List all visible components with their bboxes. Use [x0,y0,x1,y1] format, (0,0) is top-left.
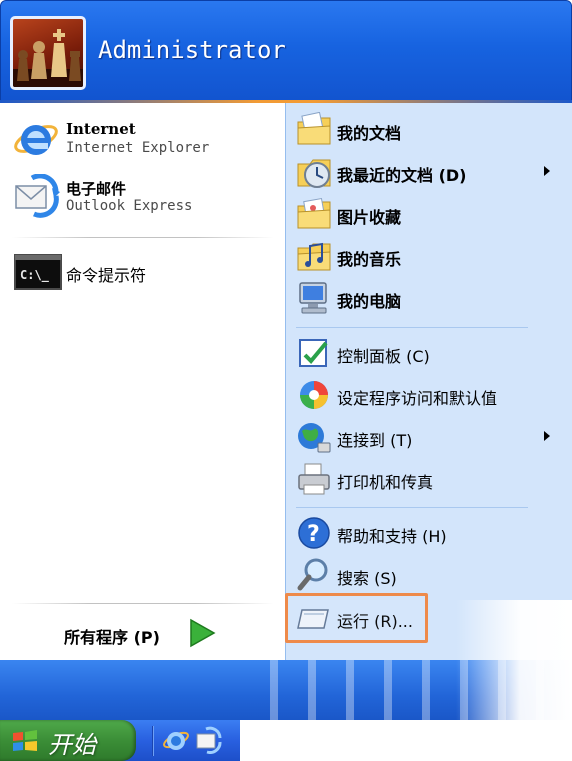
all-programs-separator [12,603,274,604]
pinned-separator [12,237,274,238]
settings-separator [296,507,528,508]
user-avatar[interactable] [10,16,86,90]
pinned-item-title: 电子邮件 [66,180,127,198]
settings-program-access[interactable]: 设定程序访问和默认值 [296,375,561,415]
search-label: 搜索 (S) [337,569,397,588]
control-panel-icon [296,335,332,371]
place-label: 我的文档 [337,124,402,143]
start-button[interactable]: 开始 [0,720,136,761]
place-recent-documents[interactable]: 我最近的文档 (D) [296,152,561,192]
windows-flag-icon [12,729,38,753]
help-icon: ? [296,515,332,551]
all-programs-label: 所有程序 (P) [64,628,160,647]
place-label: 我的音乐 [337,250,402,269]
outlook-express-icon [12,173,60,218]
chess-pieces-icon [13,29,83,87]
svg-text:?: ? [307,522,320,547]
my-music-icon [296,238,332,274]
start-menu-header [1,1,571,101]
outlook-express-icon[interactable] [194,726,222,754]
pinned-item-title: Internet [66,120,136,138]
printers-fax-icon [296,461,332,497]
place-label: 我的电脑 [337,292,402,311]
my-computer-icon [296,280,332,316]
places-separator [296,327,528,328]
screen: Administrator Internet Internet Explorer [0,0,572,761]
submenu-arrow-icon [544,166,550,176]
internet-explorer-icon[interactable] [162,726,190,754]
submenu-arrow-icon [544,431,550,441]
command-prompt-icon: C:\_ [14,254,62,290]
my-pictures-icon [296,196,332,232]
recent-documents-icon [296,154,332,190]
pinned-internet-explorer[interactable]: Internet Internet Explorer [12,114,277,160]
green-arrow-icon [188,618,216,648]
my-documents-icon [296,111,332,148]
quick-launch-separator [152,726,154,756]
place-my-documents[interactable]: 我的文档 [296,110,561,150]
place-label: 图片收藏 [337,208,402,227]
settings-printers-fax[interactable]: 打印机和传真 [296,459,561,499]
user-name: Administrator [98,36,286,64]
connect-to-icon [296,419,332,455]
command-prompt-icon-text: C:\_ [20,268,50,283]
pinned-outlook-express[interactable]: 电子邮件 Outlook Express [12,172,277,218]
place-my-computer[interactable]: 我的电脑 [296,278,561,318]
settings-label: 设定程序访问和默认值 [337,389,498,408]
internet-explorer-icon [12,116,60,160]
place-label: 我最近的文档 (D) [337,166,467,185]
settings-connect-to[interactable]: 连接到 (T) [296,417,561,457]
taskbar-fade [240,720,572,761]
settings-label: 打印机和传真 [337,473,434,492]
settings-control-panel[interactable]: 控制面板 (C) [296,333,561,373]
place-my-pictures[interactable]: 图片收藏 [296,194,561,234]
recent-command-prompt[interactable]: C:\_ 命令提示符 [12,250,277,294]
search[interactable]: 搜索 (S) [296,555,561,595]
start-label: 开始 [48,731,96,759]
recent-item-label: 命令提示符 [66,266,147,285]
pinned-item-subtitle: Internet Explorer [66,140,210,156]
all-programs-button[interactable]: 所有程序 (P) [64,614,264,650]
place-my-music[interactable]: 我的音乐 [296,236,561,276]
help-label: 帮助和支持 (H) [337,527,447,546]
program-access-icon [296,377,332,413]
settings-label: 控制面板 (C) [337,347,430,366]
pinned-item-subtitle: Outlook Express [66,198,193,214]
run-highlight-box [285,593,428,643]
help-and-support[interactable]: ? 帮助和支持 (H) [296,513,561,553]
edge-fade [456,600,572,720]
search-icon [296,557,332,593]
settings-label: 连接到 (T) [337,431,413,450]
